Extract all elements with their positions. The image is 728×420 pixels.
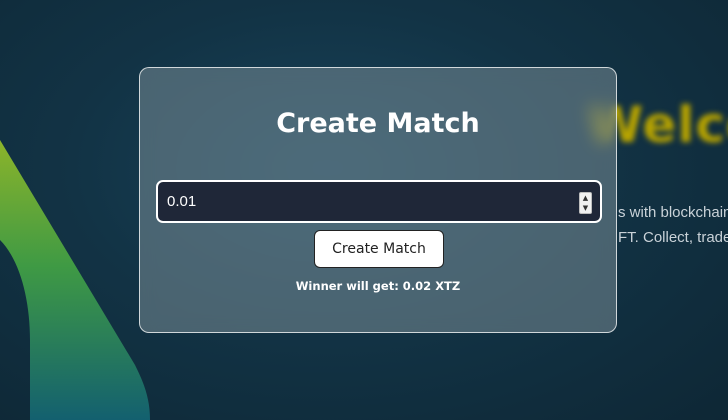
create-match-modal: Create Match ▲ ▼ Create Match Winner wil… <box>139 67 617 333</box>
create-match-button[interactable]: Create Match <box>314 230 444 268</box>
number-spinner[interactable]: ▲ ▼ <box>579 192 592 214</box>
chevron-up-icon[interactable]: ▲ <box>580 193 591 203</box>
winner-payout-text: Winner will get: 0.02 XTZ <box>295 279 461 293</box>
modal-title: Create Match <box>276 108 480 139</box>
chevron-down-icon[interactable]: ▼ <box>580 203 591 213</box>
stake-amount-input[interactable] <box>156 180 602 223</box>
